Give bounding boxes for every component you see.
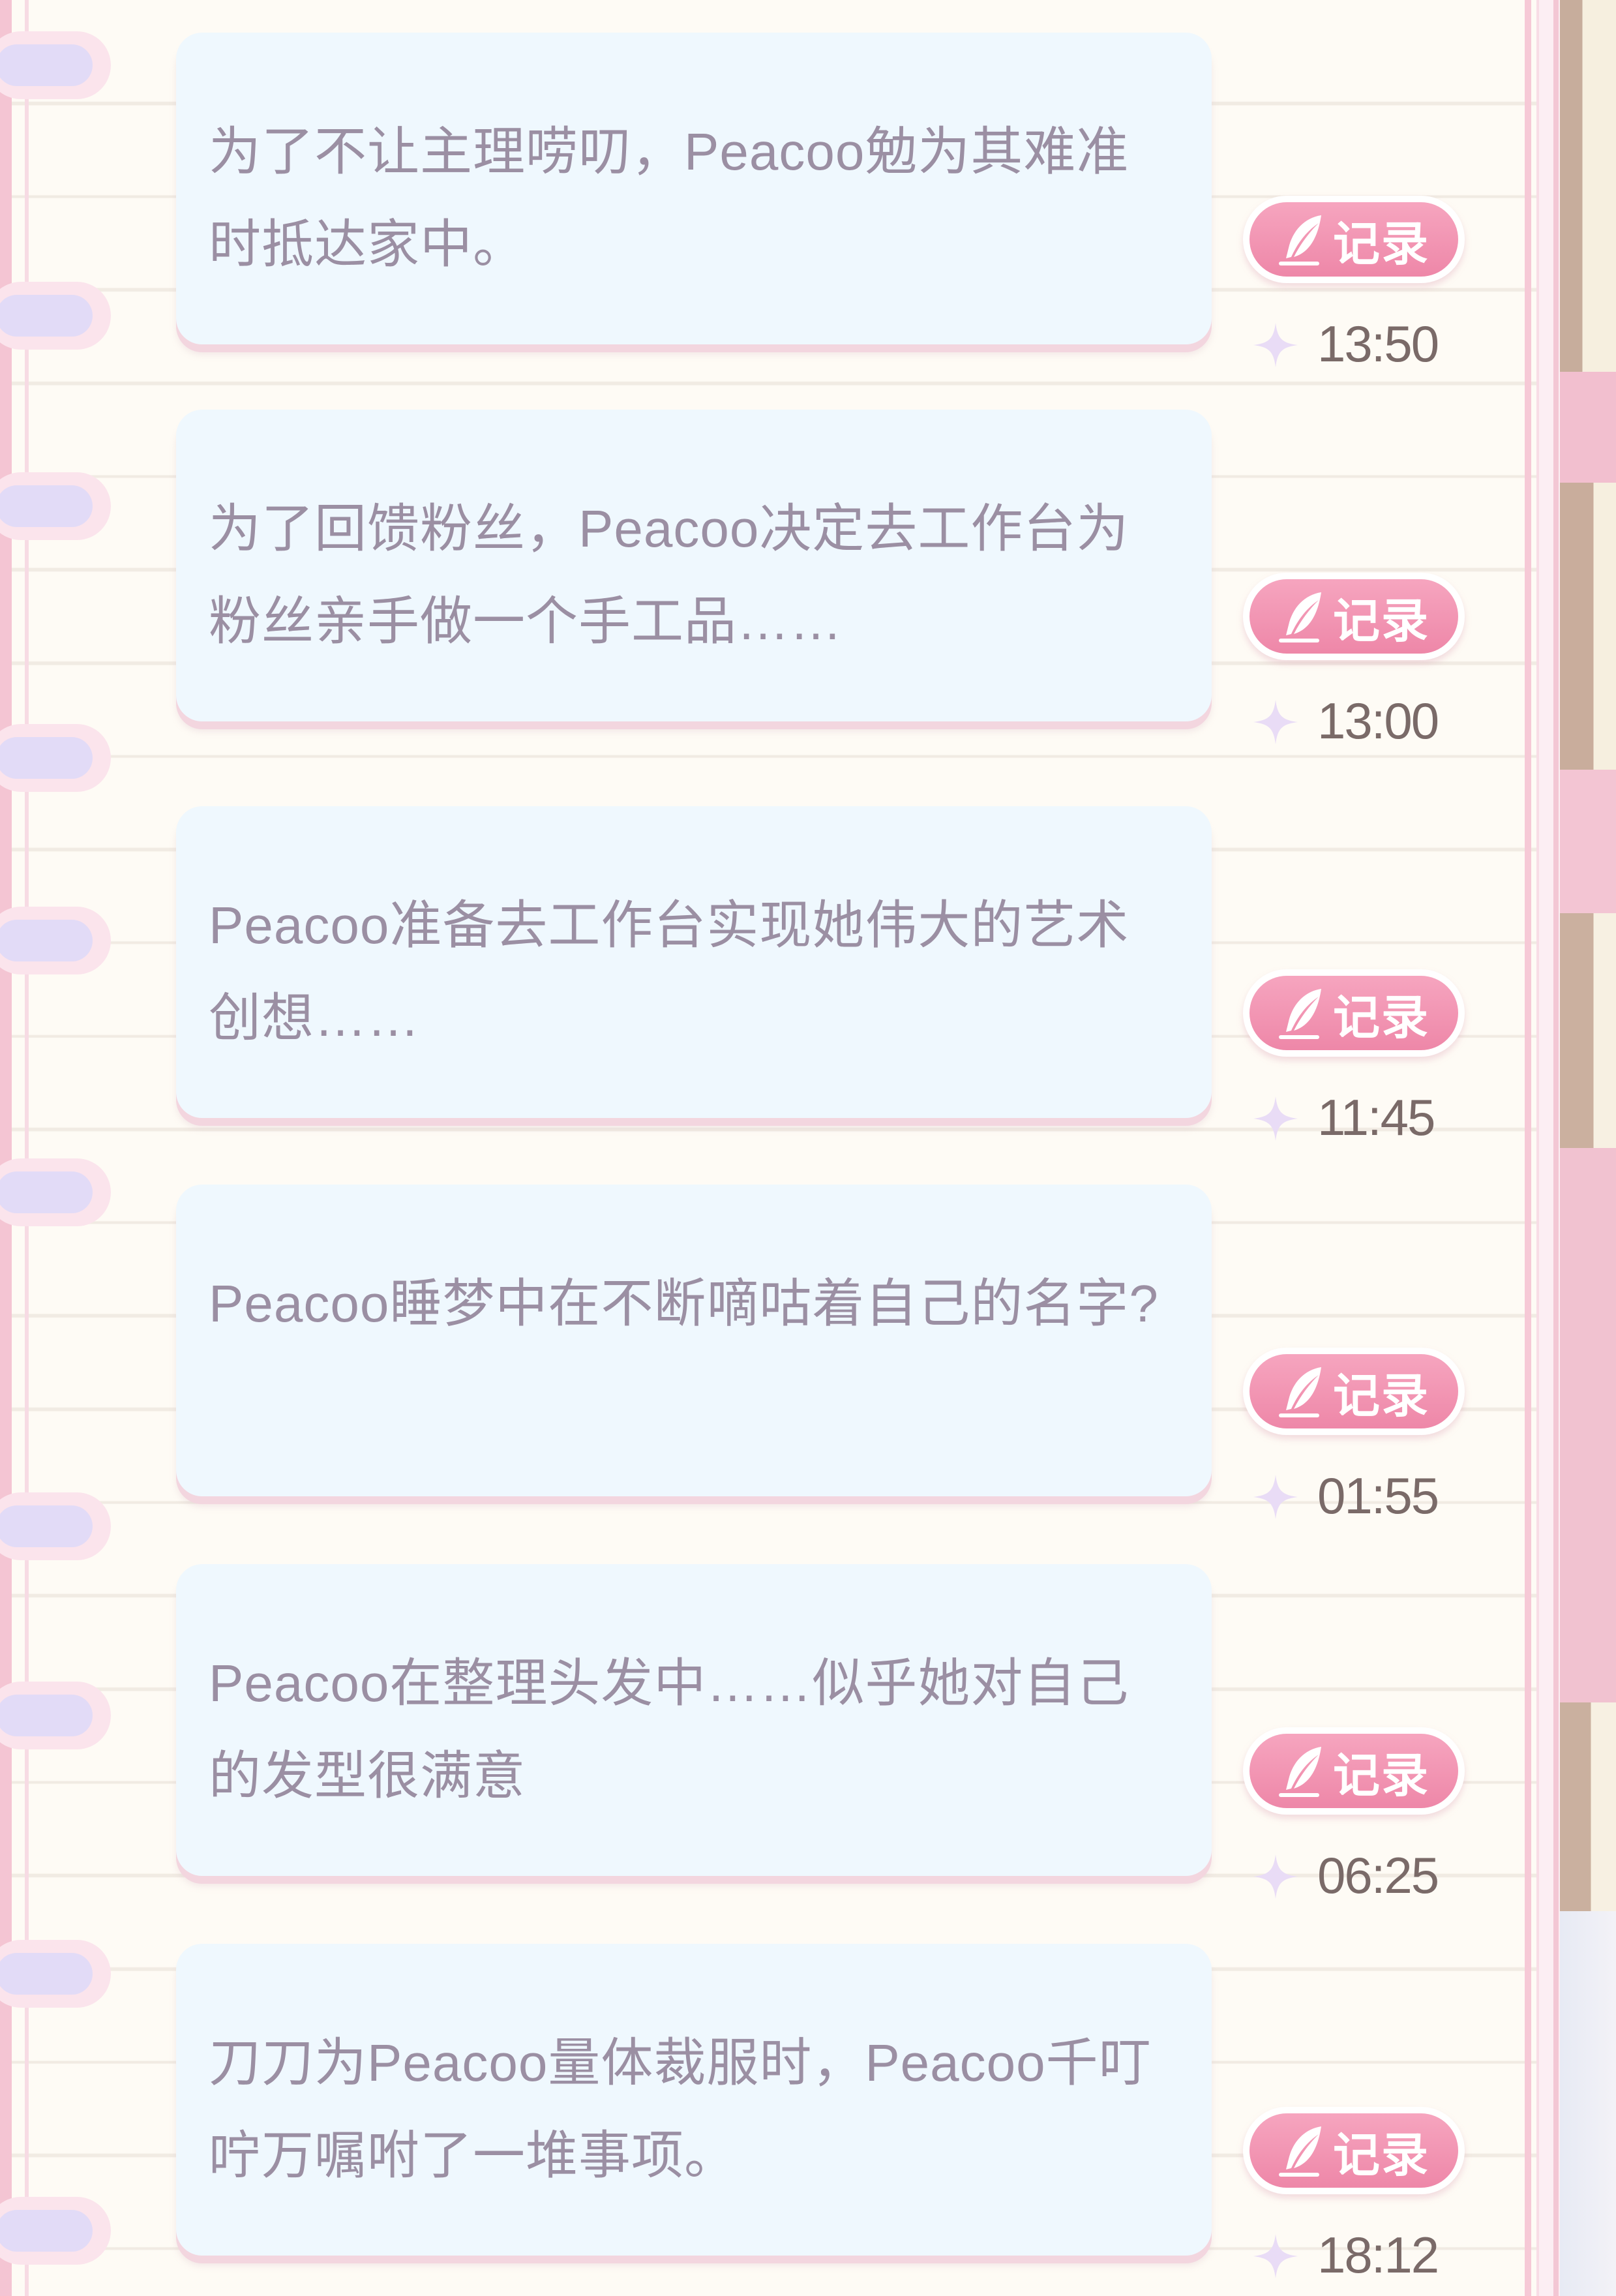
sparkle-icon	[1253, 1096, 1298, 1141]
diary-entry: Peacoo准备去工作台实现她伟大的艺术创想…… 记录 11:45	[0, 806, 1526, 1146]
record-button[interactable]: 记录	[1243, 196, 1465, 283]
background-edge-block	[1560, 1148, 1616, 1702]
record-button-label: 记录	[1332, 593, 1429, 648]
page-right-border	[1525, 0, 1531, 2296]
record-button[interactable]: 记录	[1243, 2107, 1465, 2194]
entry-time: 11:45	[1317, 1089, 1435, 1146]
record-button-label: 记录	[1332, 989, 1429, 1045]
entry-card: Peacoo睡梦中在不断嘀咕着自己的名字?	[176, 1185, 1212, 1496]
background-edge-block	[1560, 770, 1616, 913]
background-edge-block	[1560, 372, 1616, 483]
diary-entry: 刀刀为Peacoo量体裁服时，Peacoo千叮咛万嘱咐了一堆事项。 记录 18:…	[0, 1944, 1526, 2284]
diary-entry: Peacoo在整理头发中……似乎她对自己的发型很满意 记录 06:25	[0, 1564, 1526, 1904]
entry-time: 13:50	[1317, 315, 1439, 372]
background-edge-block	[1560, 1911, 1616, 2296]
page-gutter-line	[1553, 0, 1559, 2296]
record-button[interactable]: 记录	[1243, 1727, 1465, 1815]
entry-text: Peacoo睡梦中在不断嘀咕着自己的名字?	[209, 1275, 1159, 1333]
record-button-label: 记录	[1332, 1747, 1429, 1803]
entry-text: Peacoo在整理头发中……似乎她对自己的发型很满意	[209, 1654, 1130, 1805]
sparkle-icon	[1253, 2234, 1298, 2278]
entry-time: 13:00	[1317, 692, 1439, 749]
entry-card: 刀刀为Peacoo量体裁服时，Peacoo千叮咛万嘱咐了一堆事项。	[176, 1944, 1212, 2256]
entry-text: 为了不让主理唠叨，Peacoo勉为其难准时抵达家中。	[209, 123, 1130, 273]
record-button-label: 记录	[1332, 216, 1429, 271]
diary-entry: Peacoo睡梦中在不断嘀咕着自己的名字? 记录 01:55	[0, 1185, 1526, 1524]
entry-time: 01:55	[1317, 1467, 1439, 1524]
quill-icon	[1278, 1367, 1321, 1417]
background-edge-block	[1560, 913, 1616, 1148]
entry-card: 为了回馈粉丝，Peacoo决定去工作台为粉丝亲手做一个手工品……	[176, 410, 1212, 721]
background-edge-block	[1560, 0, 1616, 372]
record-button-label: 记录	[1332, 1368, 1429, 1423]
record-button-label: 记录	[1332, 2127, 1429, 2183]
sparkle-icon	[1253, 700, 1298, 744]
quill-icon	[1278, 989, 1321, 1039]
entry-card: 为了不让主理唠叨，Peacoo勉为其难准时抵达家中。	[176, 33, 1212, 344]
quill-icon	[1278, 215, 1321, 265]
background-edge-block	[1560, 483, 1616, 770]
quill-icon	[1278, 2126, 1321, 2177]
quill-icon	[1278, 592, 1321, 642]
diary-entry: 为了回馈粉丝，Peacoo决定去工作台为粉丝亲手做一个手工品…… 记录 13:0…	[0, 410, 1526, 749]
record-button[interactable]: 记录	[1243, 573, 1465, 660]
record-button[interactable]: 记录	[1243, 969, 1465, 1057]
diary-entry: 为了不让主理唠叨，Peacoo勉为其难准时抵达家中。 记录 13:50	[0, 33, 1526, 372]
quill-icon	[1278, 1747, 1321, 1797]
entry-time: 18:12	[1317, 2226, 1439, 2284]
sparkle-icon	[1253, 1854, 1298, 1899]
entry-text: 为了回馈粉丝，Peacoo决定去工作台为粉丝亲手做一个手工品……	[209, 500, 1130, 650]
entry-time: 06:25	[1317, 1847, 1439, 1904]
entry-card: Peacoo准备去工作台实现她伟大的艺术创想……	[176, 806, 1212, 1118]
entry-text: Peacoo准备去工作台实现她伟大的艺术创想……	[209, 896, 1130, 1047]
diary-page: 为了不让主理唠叨，Peacoo勉为其难准时抵达家中。 记录 13:50 为了回馈…	[0, 0, 1539, 2296]
sparkle-icon	[1253, 323, 1298, 367]
entry-text: 刀刀为Peacoo量体裁服时，Peacoo千叮咛万嘱咐了一堆事项。	[209, 2034, 1152, 2184]
entry-card: Peacoo在整理头发中……似乎她对自己的发型很满意	[176, 1564, 1212, 1876]
record-button[interactable]: 记录	[1243, 1348, 1465, 1435]
background-edge-block	[1560, 1702, 1616, 1911]
sparkle-icon	[1253, 1475, 1298, 1519]
